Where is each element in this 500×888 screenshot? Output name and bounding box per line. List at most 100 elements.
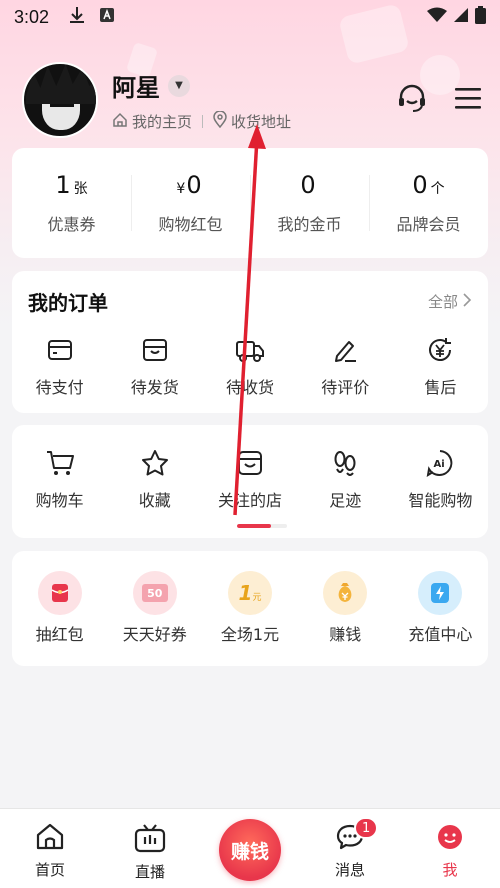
bottom-navigation: 首页 直播 赚钱 1 消息 我 [0, 808, 500, 888]
location-pin-icon [213, 110, 227, 132]
order-status-label: 待收货 [226, 378, 275, 397]
avatar-eyes [50, 104, 74, 108]
orders-title: 我的订单 [28, 291, 108, 315]
name-row[interactable]: 阿星 ▼ [112, 68, 291, 103]
promo-label: 抽红包 [35, 625, 84, 644]
shortcuts-card: 购物车 收藏 关注的店 足迹 Ai 智能购物 [12, 425, 488, 538]
promo-label: 赚钱 [329, 625, 362, 644]
svg-text:Ai: Ai [434, 459, 445, 470]
wifi-icon [427, 7, 447, 27]
avatar[interactable] [22, 62, 98, 138]
app-notification-icon [99, 7, 115, 27]
stat-gold-coins[interactable]: 0 我的金币 [250, 171, 369, 235]
promotions-row: 抽红包 50 天天好券 1元 全场1元 赚钱 充值中心 [12, 571, 488, 645]
stat-label: 优惠券 [47, 215, 96, 234]
divider [202, 115, 204, 128]
signal-icon [453, 7, 469, 27]
shortcut-smart-shopping[interactable]: Ai 智能购物 [393, 449, 488, 511]
package-icon [141, 336, 169, 368]
order-pending-receipt[interactable]: 待收货 [202, 336, 297, 398]
nav-me[interactable]: 我 [400, 809, 500, 888]
profile-links: 我的主页 收货地址 [112, 110, 292, 132]
stat-label: 我的金币 [277, 215, 342, 234]
shortcut-label: 足迹 [329, 491, 362, 510]
nav-earn[interactable]: 赚钱 [200, 809, 300, 888]
address-link[interactable]: 收货地址 [213, 110, 292, 132]
all-orders-link[interactable]: 全部 [428, 291, 472, 312]
nav-live[interactable]: 直播 [100, 809, 200, 888]
shortcuts-scroll-indicator [237, 524, 287, 528]
wallet-icon [46, 336, 74, 368]
caret-down-icon[interactable]: ▼ [168, 74, 190, 97]
stat-value: ¥ 0 [176, 171, 204, 201]
lightning-icon [418, 571, 463, 615]
home-icon [35, 823, 65, 855]
shortcut-label: 购物车 [35, 491, 84, 510]
tv-icon [134, 823, 166, 857]
shortcut-cart[interactable]: 购物车 [12, 449, 107, 511]
promo-red-envelope[interactable]: 抽红包 [12, 571, 107, 645]
scroll-indicator-thumb [237, 524, 271, 528]
stat-number: 0 [300, 171, 316, 199]
stat-number: 1 [55, 171, 71, 199]
promo-label: 天天好券 [122, 625, 187, 644]
header-actions [396, 82, 482, 118]
nav-home[interactable]: 首页 [0, 809, 100, 888]
orders-card: 我的订单 全部 待支付 待发货 待收货 待评价 售后 [12, 271, 488, 413]
customer-service-icon[interactable] [396, 82, 428, 118]
one-yuan-number: 1 [238, 581, 253, 605]
stat-value: 1 张 [55, 171, 87, 201]
battery-icon [475, 6, 486, 28]
promo-daily-coupons[interactable]: 50 天天好券 [107, 571, 202, 645]
order-status-label: 待发货 [130, 378, 179, 397]
refund-icon [426, 336, 454, 368]
promo-label: 充值中心 [408, 625, 473, 644]
shortcut-favorites[interactable]: 收藏 [107, 449, 202, 511]
pencil-icon [331, 336, 359, 368]
stat-label: 购物红包 [158, 215, 223, 234]
menu-icon[interactable] [454, 86, 482, 114]
download-icon [69, 6, 85, 28]
promo-recharge-center[interactable]: 充值中心 [393, 571, 488, 645]
stat-number: 0 [412, 171, 428, 199]
stat-value: 0 个 [412, 171, 444, 201]
nav-label: 我 [442, 861, 458, 879]
nav-messages[interactable]: 1 消息 [300, 809, 400, 888]
shortcut-followed-stores[interactable]: 关注的店 [202, 449, 297, 511]
unread-badge: 1 [354, 817, 379, 839]
stat-label: 品牌会员 [396, 215, 461, 234]
address-label: 收货地址 [231, 113, 292, 131]
order-pending-review[interactable]: 待评价 [298, 336, 393, 398]
nav-label: 直播 [134, 863, 165, 881]
order-pending-shipment[interactable]: 待发货 [107, 336, 202, 398]
promo-earn-money[interactable]: 赚钱 [298, 571, 393, 645]
order-status-label: 待支付 [35, 378, 84, 397]
promotions-card: 抽红包 50 天天好券 1元 全场1元 赚钱 充值中心 [12, 551, 488, 666]
my-homepage-link[interactable]: 我的主页 [112, 111, 192, 132]
one-yuan-unit: 元 [252, 592, 262, 603]
stat-prefix: ¥ [176, 181, 186, 197]
stat-brand-membership[interactable]: 0 个 品牌会员 [369, 171, 488, 235]
me-icon [435, 823, 465, 855]
earn-button[interactable]: 赚钱 [219, 819, 281, 881]
order-after-sales[interactable]: 售后 [393, 336, 488, 398]
shortcut-label: 智能购物 [408, 491, 473, 510]
store-icon [235, 449, 265, 481]
stat-red-packets[interactable]: ¥ 0 购物红包 [131, 171, 250, 235]
profile-header: 阿星 ▼ 我的主页 收货地址 [22, 60, 482, 140]
promo-one-yuan[interactable]: 1元 全场1元 [202, 571, 297, 645]
user-name[interactable]: 阿星 [112, 68, 160, 103]
cart-icon [45, 449, 75, 481]
order-pending-payment[interactable]: 待支付 [12, 336, 107, 398]
stat-unit: 个 [430, 181, 445, 197]
shortcut-footprints[interactable]: 足迹 [298, 449, 393, 511]
order-status-row: 待支付 待发货 待收货 待评价 售后 [12, 336, 488, 398]
all-orders-label: 全部 [427, 293, 458, 311]
coupon-icon: 50 [132, 571, 177, 615]
status-time: 3:02 [14, 6, 50, 27]
money-bag-icon [323, 571, 368, 615]
avatar-hair [26, 64, 96, 104]
stat-coupons[interactable]: 1 张 优惠券 [12, 171, 131, 235]
shortcut-label: 关注的店 [218, 491, 283, 510]
shortcuts-row: 购物车 收藏 关注的店 足迹 Ai 智能购物 [12, 449, 488, 511]
